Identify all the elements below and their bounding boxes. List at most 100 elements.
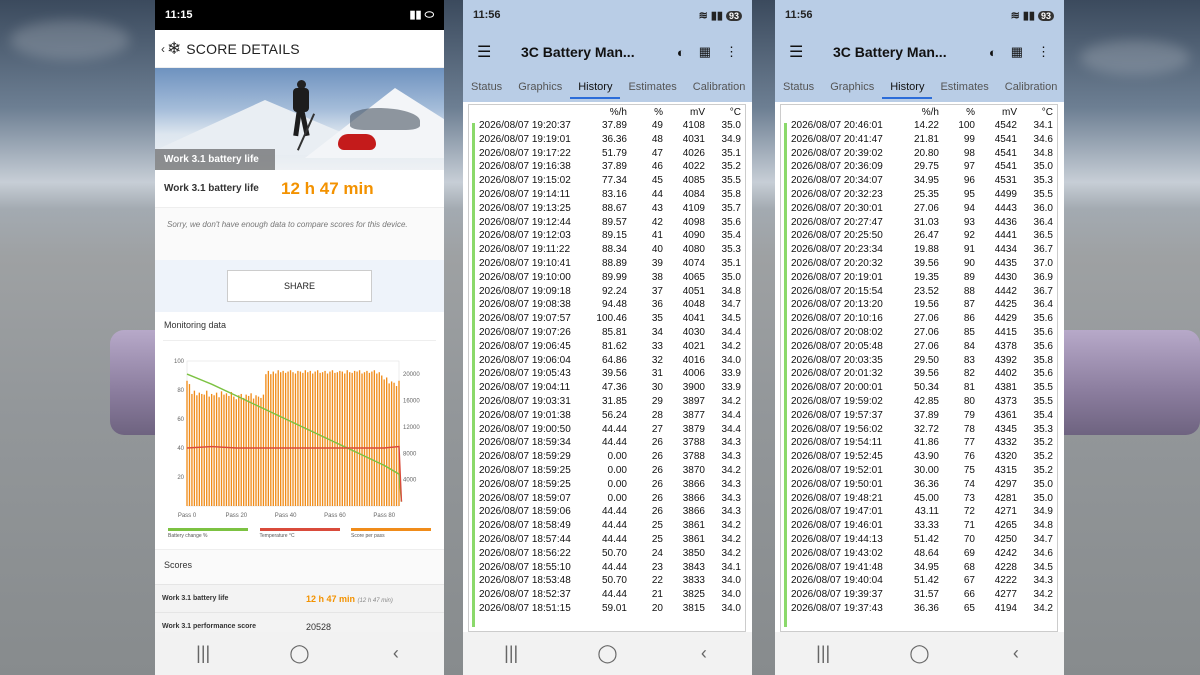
share-button[interactable]: SHARE xyxy=(227,270,372,302)
hamburger-menu-icon[interactable]: ☰ xyxy=(477,42,521,62)
tab-graphics[interactable]: Graphics xyxy=(822,81,882,93)
table-cell: 78 xyxy=(963,423,975,435)
table-cell: 4425 xyxy=(994,299,1017,311)
table-cell: 36.9 xyxy=(1033,271,1053,283)
background-cloud xyxy=(1080,40,1190,75)
table-cell: 34.2 xyxy=(721,464,741,476)
y-tick-label: 60 xyxy=(177,417,184,423)
more-options-icon[interactable]: ⋮ xyxy=(725,44,738,60)
table-cell: 2026/08/07 19:41:48 xyxy=(791,561,883,573)
table-cell: 2026/08/07 18:59:29 xyxy=(479,451,571,463)
table-cell: 2026/08/07 20:34:07 xyxy=(791,175,883,187)
table-cell: 2026/08/07 20:23:34 xyxy=(791,244,883,256)
grid-icon[interactable]: ▦ xyxy=(699,44,711,60)
table-cell: 36.4 xyxy=(1033,216,1053,228)
table-cell: 4415 xyxy=(994,326,1017,338)
table-row: 2026/08/07 20:08:02 27.06 85 4415 35.6 xyxy=(791,326,1053,340)
history-table-container[interactable]: %/h% mV °C 2026/08/07 20:46:01 14.22 100 4542 3… xyxy=(780,104,1058,632)
table-cell: 35.0 xyxy=(721,271,741,283)
table-cell: 4541 xyxy=(994,161,1017,173)
column-header: %/h xyxy=(921,106,939,118)
recents-icon[interactable]: ||| xyxy=(173,643,233,664)
tab-estimates[interactable]: Estimates xyxy=(620,81,684,93)
home-icon[interactable]: ◯ xyxy=(577,643,637,664)
theme-toggle-icon[interactable]: ◐ xyxy=(677,45,685,60)
table-cell: 73 xyxy=(963,492,975,504)
table-cell: 34.3 xyxy=(721,437,741,449)
table-cell: 4361 xyxy=(994,409,1017,421)
score-bar xyxy=(270,374,272,506)
table-row: 2026/08/07 20:00:01 50.34 81 4381 35.5 xyxy=(791,381,1053,395)
monitoring-chart-svg: 100 80 60 40 20 20000 16000 12000 8000 4000 Pass 0… xyxy=(174,359,420,519)
table-cell: 4030 xyxy=(682,326,705,338)
table-row: 2026/08/07 20:41:47 21.81 99 4541 34.6 xyxy=(791,133,1053,147)
table-cell: 37 xyxy=(651,285,663,297)
table-cell: 2026/08/07 19:43:02 xyxy=(791,547,883,559)
grid-icon[interactable]: ▦ xyxy=(1011,44,1023,60)
table-cell: 34.2 xyxy=(721,395,741,407)
tab-status[interactable]: Status xyxy=(463,81,510,93)
table-cell: 27 xyxy=(651,423,663,435)
charge-indicator-bar xyxy=(472,123,475,627)
score-bar xyxy=(220,391,223,506)
score-bar xyxy=(206,390,208,506)
x-tick-label: Pass 20 xyxy=(225,513,247,519)
theme-toggle-icon[interactable]: ◐ xyxy=(989,45,997,60)
table-cell: 2026/08/07 20:05:48 xyxy=(791,340,883,352)
table-cell: 64.86 xyxy=(601,354,627,366)
history-table-container[interactable]: %/h% mV °C 2026/08/07 19:20:37 37.89 49 4108 35… xyxy=(468,104,746,632)
tab-history[interactable]: History xyxy=(570,81,621,99)
table-cell: 2026/08/07 19:57:37 xyxy=(791,409,883,421)
score-bar xyxy=(255,395,257,506)
table-cell: 2026/08/07 20:20:32 xyxy=(791,257,883,269)
table-row: 2026/08/07 18:51:15 59.01 20 3815 34.0 xyxy=(479,602,741,616)
score-bar xyxy=(245,394,247,506)
back-nav-icon[interactable]: ‹ xyxy=(366,643,426,664)
tab-history[interactable]: History xyxy=(882,81,933,99)
table-cell: 2026/08/07 19:15:02 xyxy=(479,175,571,187)
table-cell: 35.5 xyxy=(1033,382,1053,394)
hero-image: Work 3.1 battery life xyxy=(155,68,444,170)
table-cell: 35.6 xyxy=(721,216,741,228)
table-row: 2026/08/07 19:47:01 43.11 72 4271 34.9 xyxy=(791,505,1053,519)
table-cell: 48.64 xyxy=(913,547,939,559)
score-bar xyxy=(252,398,255,506)
column-header: mV xyxy=(1002,106,1017,118)
battery-badge: 93 xyxy=(1037,10,1054,21)
table-row: 2026/08/07 18:58:49 44.44 25 3861 34.2 xyxy=(479,519,741,533)
table-cell: 2026/08/07 19:12:03 xyxy=(479,230,571,242)
tab-graphics[interactable]: Graphics xyxy=(510,81,570,93)
table-row: 2026/08/07 20:25:50 26.47 92 4441 36.5 xyxy=(791,229,1053,243)
table-cell: 44.44 xyxy=(601,520,627,532)
column-header: °C xyxy=(1041,106,1053,118)
table-cell: 4048 xyxy=(682,299,705,311)
back-icon[interactable]: ‹ xyxy=(161,42,165,56)
tab-calibration[interactable]: Calibration xyxy=(997,81,1064,93)
home-icon[interactable]: ◯ xyxy=(269,643,329,664)
tab-status[interactable]: Status xyxy=(775,81,822,93)
table-cell: 0.00 xyxy=(607,478,627,490)
table-cell: 2026/08/07 20:00:01 xyxy=(791,382,883,394)
tab-estimates[interactable]: Estimates xyxy=(932,81,996,93)
table-cell: 37.0 xyxy=(1033,257,1053,269)
table-row: 2026/08/07 19:10:00 89.99 38 4065 35.0 xyxy=(479,271,741,285)
app-title: 3C Battery Man... xyxy=(833,44,947,60)
back-nav-icon[interactable]: ‹ xyxy=(986,643,1046,664)
recents-icon[interactable]: ||| xyxy=(481,643,541,664)
table-cell: 66 xyxy=(963,589,975,601)
tab-calibration[interactable]: Calibration xyxy=(685,81,752,93)
back-nav-icon[interactable]: ‹ xyxy=(674,643,734,664)
table-row: 2026/08/07 18:59:25 0.00 26 3870 34.2 xyxy=(479,464,741,478)
recents-icon[interactable]: ||| xyxy=(793,643,853,664)
hamburger-menu-icon[interactable]: ☰ xyxy=(789,42,833,62)
table-row: 2026/08/07 19:46:01 33.33 71 4265 34.8 xyxy=(791,519,1053,533)
score-bar xyxy=(233,396,235,506)
table-row: 2026/08/07 19:06:45 81.62 33 4021 34.2 xyxy=(479,340,741,354)
table-cell: 35.0 xyxy=(1033,492,1053,504)
more-options-icon[interactable]: ⋮ xyxy=(1037,44,1050,60)
table-row: 2026/08/07 20:34:07 34.95 96 4531 35.3 xyxy=(791,174,1053,188)
column-header: % xyxy=(654,106,663,118)
home-icon[interactable]: ◯ xyxy=(889,643,949,664)
table-row: 2026/08/07 19:12:03 89.15 41 4090 35.4 xyxy=(479,229,741,243)
table-cell: 44.44 xyxy=(601,561,627,573)
